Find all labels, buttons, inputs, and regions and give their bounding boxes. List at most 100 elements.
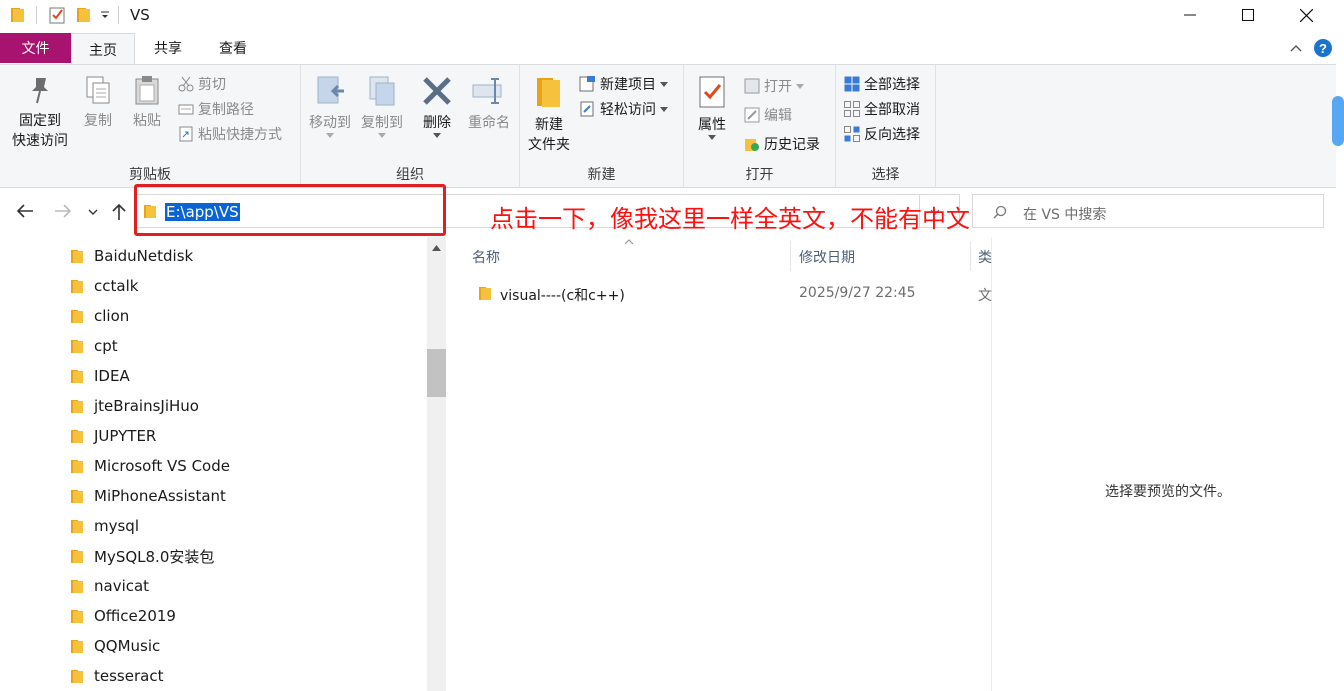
select-group: 全部选择 全部取消 反向选择 选择 [836, 65, 936, 188]
rename-button[interactable]: 重命名 [463, 71, 515, 133]
new-item-button[interactable]: 新建项目 [578, 73, 668, 95]
move-to-button[interactable]: 移动到 [305, 71, 355, 138]
forward-arrow-icon[interactable] [54, 203, 72, 219]
tab-view[interactable]: 查看 [205, 33, 261, 63]
tree-item[interactable]: cctalk [70, 272, 138, 300]
help-icon[interactable]: ? [1313, 38, 1333, 58]
paste-button[interactable]: 粘贴 [126, 71, 168, 131]
tree-item[interactable]: MiPhoneAssistant [70, 482, 226, 510]
column-header-type[interactable]: 类 [978, 247, 992, 267]
nav-scrollbar-thumb[interactable] [427, 349, 446, 397]
recent-locations-icon[interactable] [88, 209, 98, 215]
folder-icon [70, 608, 84, 624]
minimize-button[interactable] [1161, 0, 1219, 30]
copy-path-icon [178, 104, 194, 115]
cut-button[interactable]: 剪切 [178, 73, 226, 95]
tree-item[interactable]: clion [70, 302, 129, 330]
select-none-label: 全部取消 [864, 102, 920, 118]
chevron-down-icon [660, 106, 668, 112]
annotation-text: 点击一下，像我这里一样全英文，不能有中文 [490, 205, 970, 233]
tree-item[interactable]: JUPYTER [70, 422, 156, 450]
file-row[interactable]: visual----(c和c++) 2025/9/27 22:45 文 [470, 281, 992, 307]
copy-to-button[interactable]: 复制到 [357, 71, 407, 138]
tab-home[interactable]: 主页 [71, 33, 135, 65]
new-folder-icon[interactable] [76, 6, 92, 24]
open-icon [744, 78, 760, 94]
column-header-date[interactable]: 修改日期 [799, 247, 855, 267]
folder-icon [70, 518, 84, 534]
organize-group-label: 组织 [396, 167, 424, 183]
copy-path-button[interactable]: 复制路径 [178, 98, 254, 120]
search-box[interactable]: 在 VS 中搜索 [972, 194, 1324, 228]
new-item-icon [579, 76, 595, 92]
divider [36, 6, 37, 24]
history-button[interactable]: 历史记录 [744, 133, 820, 155]
properties-button[interactable]: 属性 [690, 71, 734, 140]
file-type: 文 [978, 288, 992, 304]
select-all-button[interactable]: 全部选择 [844, 73, 920, 95]
pin-label-2: 快速访问 [12, 133, 68, 149]
tree-item[interactable]: QQMusic [70, 632, 160, 660]
delete-button[interactable]: 删除 [417, 71, 457, 138]
tree-item-label: MiPhoneAssistant [94, 487, 226, 505]
tree-item[interactable]: cpt [70, 332, 118, 360]
tree-item[interactable]: navicat [70, 572, 149, 600]
open-group-label: 打开 [745, 167, 774, 183]
tree-item[interactable]: Office2019 [70, 602, 176, 630]
column-separator[interactable] [970, 241, 971, 271]
file-list: 名称 修改日期 类 visual----(c和c++) 2025/9/27 22… [454, 237, 992, 691]
tree-item[interactable]: IDEA [70, 362, 130, 390]
select-none-button[interactable]: 全部取消 [844, 98, 920, 120]
tab-file[interactable]: 文件 [0, 33, 71, 63]
tree-item-label: QQMusic [94, 637, 161, 655]
folder-icon [70, 248, 84, 264]
folder-icon [70, 278, 84, 294]
tree-item[interactable]: BaiduNetdisk [70, 242, 193, 270]
clipboard-group: 固定到 快速访问 复制 粘贴 剪切 复制路径 粘贴快捷方式 剪贴板 [0, 65, 301, 188]
tree-item-label: tesseract [94, 667, 164, 685]
collapse-ribbon-icon[interactable] [1290, 44, 1302, 52]
open-button[interactable]: 打开 [744, 75, 804, 97]
paste-shortcut-button[interactable]: 粘贴快捷方式 [178, 123, 282, 145]
copy-button[interactable]: 复制 [78, 71, 118, 131]
invert-selection-label: 反向选择 [864, 127, 920, 143]
tree-item-label: IDEA [94, 367, 130, 385]
properties-icon[interactable] [48, 6, 66, 24]
file-name[interactable]: visual----(c和c++) [500, 285, 625, 305]
new-folder-button[interactable]: 新建 文件夹 [524, 71, 574, 155]
pin-icon [32, 78, 48, 104]
easy-access-button[interactable]: 轻松访问 [578, 98, 668, 120]
tree-item[interactable]: mysql [70, 512, 139, 540]
nav-scrollbar[interactable] [427, 237, 446, 691]
tree-item-label: jteBrainsJiHuo [94, 397, 199, 415]
select-all-label: 全部选择 [864, 77, 920, 93]
pin-label-1: 固定到 [19, 113, 61, 129]
copy-to-label: 复制到 [361, 115, 403, 131]
open-label: 打开 [764, 79, 792, 95]
title-bar: VS [0, 0, 1344, 32]
tree-item[interactable]: Microsoft VS Code [70, 452, 230, 480]
column-header-name[interactable]: 名称 [472, 247, 500, 267]
column-separator[interactable] [790, 241, 791, 271]
customize-dropdown-icon[interactable] [100, 10, 110, 20]
new-item-label: 新建项目 [600, 77, 656, 93]
maximize-button[interactable] [1219, 0, 1277, 30]
history-label: 历史记录 [764, 137, 820, 153]
tree-item[interactable]: tesseract [70, 662, 163, 690]
tab-share[interactable]: 共享 [140, 33, 196, 63]
tree-item[interactable]: jteBrainsJiHuo [70, 392, 199, 420]
paste-shortcut-label: 粘贴快捷方式 [198, 127, 282, 143]
new-folder-icon [537, 78, 560, 107]
folder-icon[interactable] [10, 6, 26, 24]
delete-icon [423, 77, 451, 105]
invert-selection-button[interactable]: 反向选择 [844, 123, 920, 145]
up-arrow-icon[interactable] [111, 203, 127, 221]
select-none-icon [844, 101, 860, 117]
back-arrow-icon[interactable] [16, 203, 34, 219]
close-button[interactable] [1277, 0, 1335, 30]
edit-button[interactable]: 编辑 [744, 104, 792, 126]
tree-item-label: Office2019 [94, 607, 176, 625]
pin-quick-access-button[interactable]: 固定到 快速访问 [6, 71, 74, 151]
tree-item[interactable]: MySQL8.0安装包 [70, 542, 214, 570]
folder-icon [70, 368, 84, 384]
